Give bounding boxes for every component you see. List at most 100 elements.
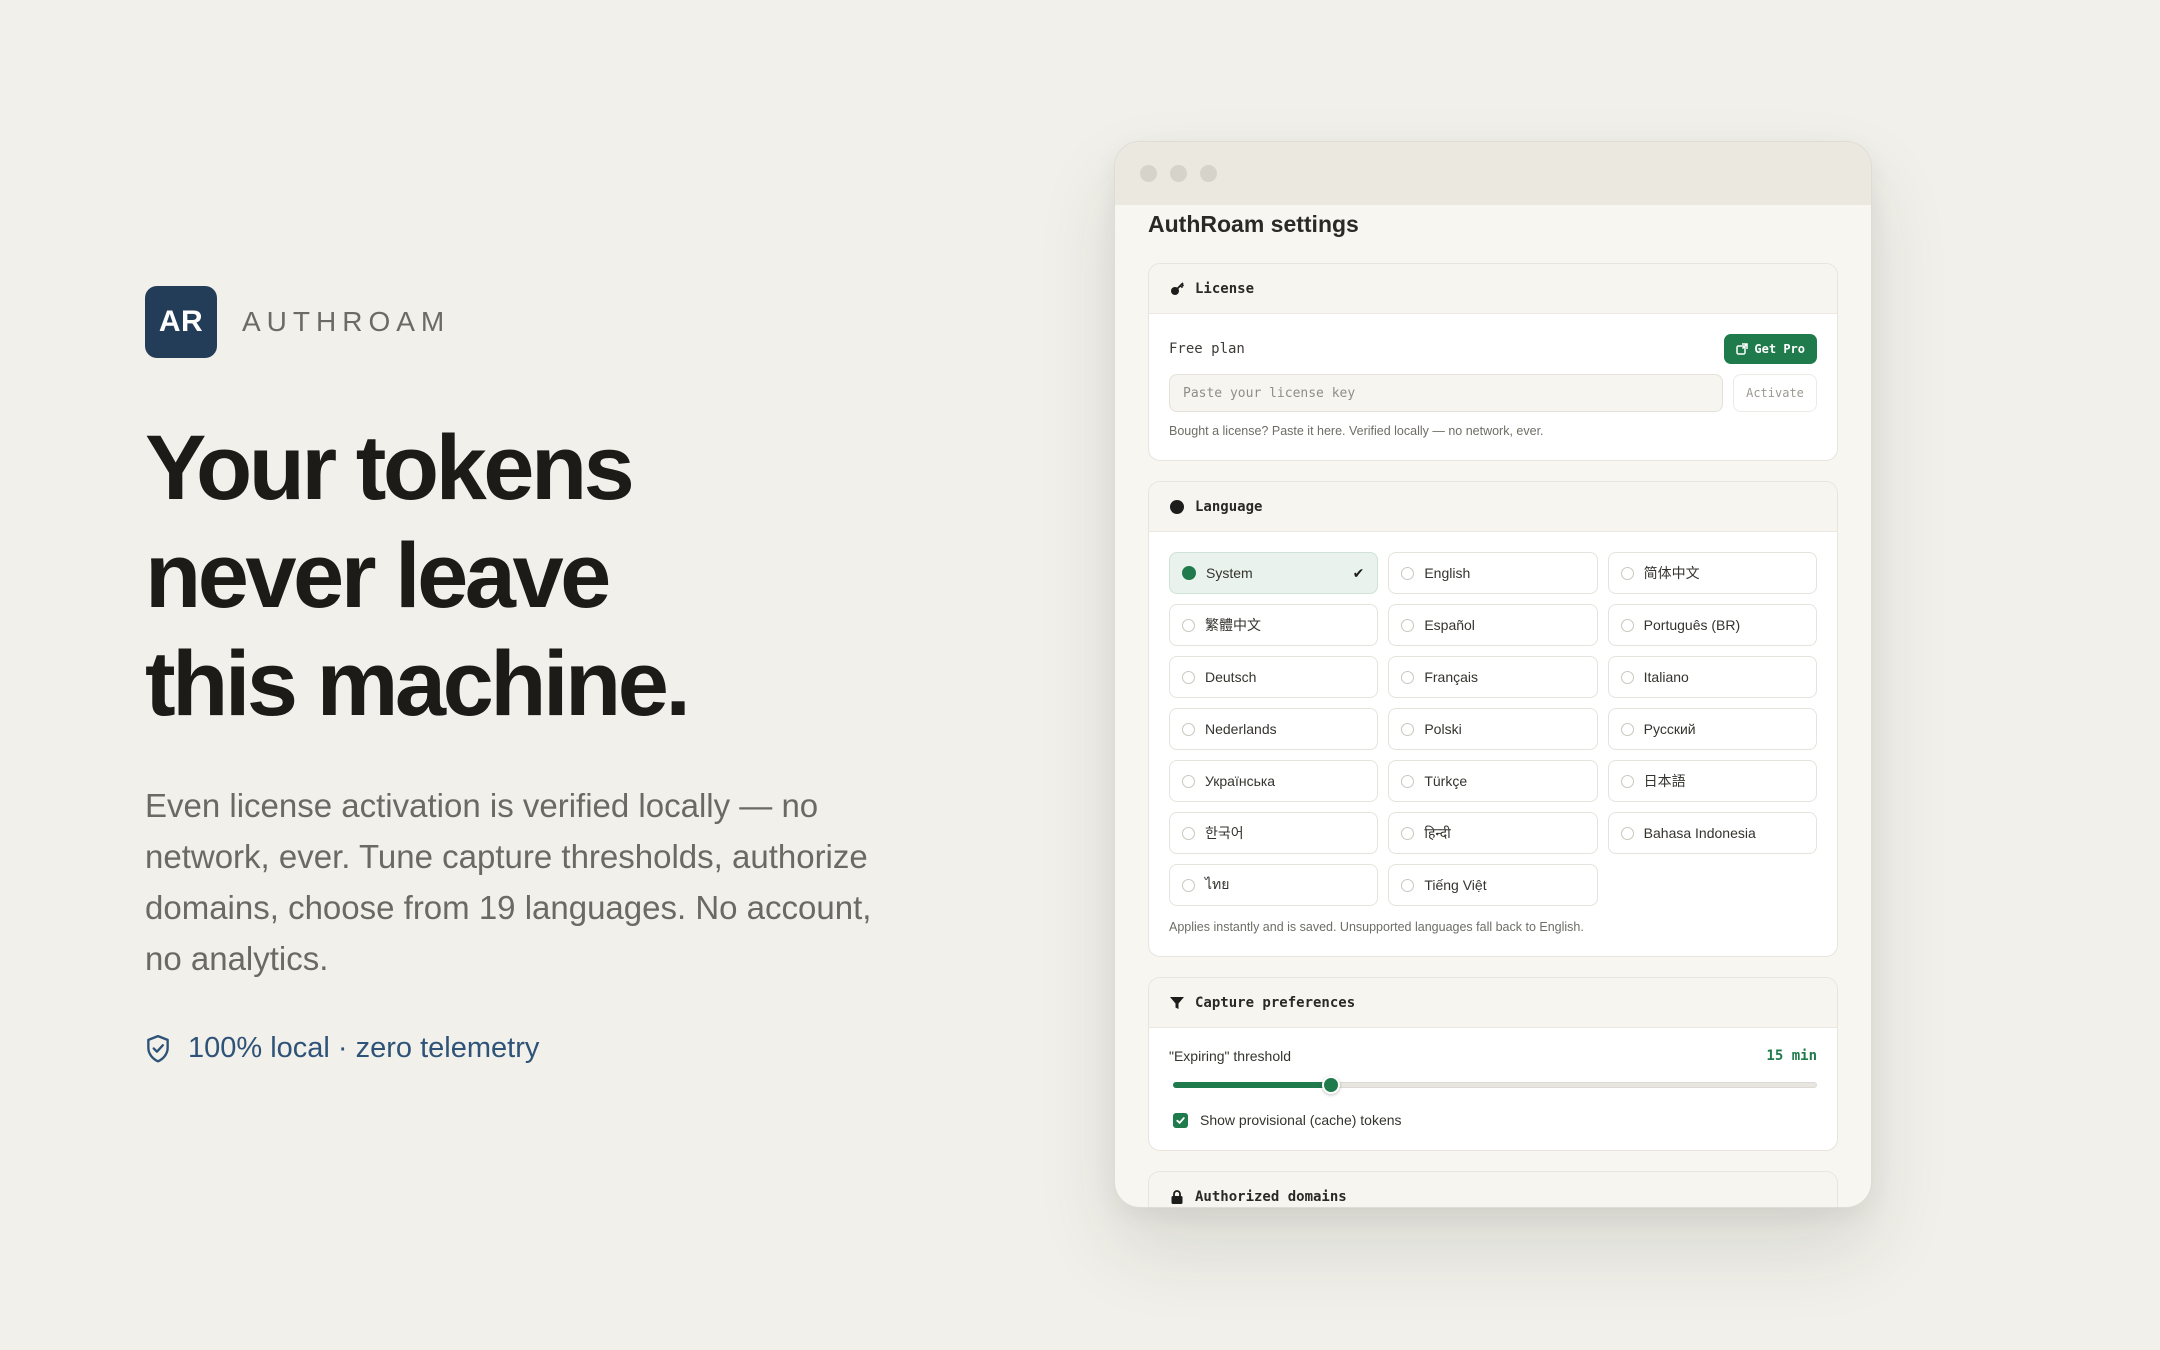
settings-body: AuthRoam settings License Free plan Get … bbox=[1115, 211, 1871, 1207]
language-option[interactable]: 한국어 bbox=[1169, 812, 1379, 854]
brand-logo: AR bbox=[145, 286, 217, 358]
language-option[interactable]: Bahasa Indonesia bbox=[1607, 812, 1817, 854]
activate-button[interactable]: Activate bbox=[1733, 374, 1817, 412]
language-option[interactable]: English bbox=[1388, 552, 1598, 594]
radio-icon bbox=[1620, 722, 1634, 736]
window-close-dot[interactable] bbox=[1140, 165, 1157, 182]
radio-icon bbox=[1401, 774, 1415, 788]
checkmark-icon: ✔ bbox=[1352, 565, 1365, 581]
hero-section: AR AUTHROAM Your tokens never leave this… bbox=[145, 286, 945, 1065]
language-hint: Applies instantly and is saved. Unsuppor… bbox=[1169, 920, 1584, 934]
language-option[interactable]: Türkçe bbox=[1388, 760, 1598, 802]
hero-subtext: Even license activation is verified loca… bbox=[145, 787, 872, 977]
headline-line-3: this machine. bbox=[145, 633, 691, 735]
radio-icon bbox=[1182, 722, 1195, 736]
headline: Your tokens never leave this machine. bbox=[145, 414, 945, 738]
language-option-label: Tiếng Việt bbox=[1424, 877, 1487, 893]
domains-card-header: Authorized domains bbox=[1149, 1172, 1837, 1207]
language-option-label: System bbox=[1206, 565, 1253, 581]
language-option-label: English bbox=[1424, 565, 1471, 581]
license-heading: License bbox=[1195, 280, 1255, 297]
language-option-label: Nederlands bbox=[1205, 721, 1277, 737]
license-key-input[interactable] bbox=[1169, 374, 1723, 412]
show-provisional-checkbox[interactable] bbox=[1173, 1112, 1188, 1128]
language-option[interactable]: ไทย bbox=[1169, 864, 1379, 906]
language-option-label: Português (BR) bbox=[1643, 617, 1741, 633]
language-option-label: 한국어 bbox=[1205, 825, 1244, 841]
language-option[interactable]: Italiano bbox=[1607, 656, 1817, 698]
plan-label: Free plan bbox=[1169, 341, 1245, 357]
radio-icon bbox=[1620, 774, 1634, 788]
slider-thumb[interactable] bbox=[1321, 1076, 1340, 1094]
license-card-body: Free plan Get Pro Activate Bought a lice… bbox=[1149, 314, 1837, 460]
radio-icon bbox=[1182, 670, 1195, 684]
language-heading: Language bbox=[1195, 498, 1263, 515]
radio-icon bbox=[1401, 618, 1415, 632]
radio-icon bbox=[1401, 722, 1415, 736]
headline-line-2: never leave bbox=[145, 525, 611, 627]
get-pro-label: Get Pro bbox=[1754, 342, 1805, 356]
language-option[interactable]: Español bbox=[1388, 604, 1598, 646]
window-minimize-dot[interactable] bbox=[1170, 165, 1187, 182]
language-option[interactable]: 简体中文 bbox=[1607, 552, 1817, 594]
license-card-header: License bbox=[1149, 264, 1837, 314]
language-option[interactable]: Русский bbox=[1607, 708, 1817, 750]
radio-icon bbox=[1401, 670, 1415, 684]
language-option[interactable]: Nederlands bbox=[1169, 708, 1379, 750]
language-option[interactable]: 日本語 bbox=[1607, 760, 1817, 802]
language-card: Language System ✔ English 简体中文繁體中文 Español Po… bbox=[1148, 481, 1838, 957]
capture-heading: Capture preferences bbox=[1195, 994, 1356, 1011]
language-option[interactable]: Українська bbox=[1169, 760, 1379, 802]
language-option-label: ไทย bbox=[1205, 876, 1230, 892]
capture-card-header: Capture preferences bbox=[1149, 978, 1837, 1028]
language-option-label: Українська bbox=[1205, 773, 1276, 789]
language-option[interactable]: हिन्दी bbox=[1388, 812, 1598, 854]
language-option[interactable]: Deutsch bbox=[1169, 656, 1379, 698]
language-option-label: Русский bbox=[1643, 721, 1696, 737]
language-option-label: Deutsch bbox=[1205, 669, 1257, 685]
language-option[interactable]: Polski bbox=[1388, 708, 1598, 750]
brand: AR AUTHROAM bbox=[145, 286, 945, 358]
lock-icon bbox=[1169, 1189, 1185, 1205]
threshold-slider[interactable] bbox=[1169, 1074, 1817, 1094]
window-titlebar[interactable] bbox=[1115, 142, 1871, 205]
domains-card: Authorized domains bbox=[1148, 1171, 1838, 1207]
privacy-badge-text: 100% local · zero telemetry bbox=[188, 1032, 540, 1064]
radio-icon bbox=[1620, 566, 1634, 580]
language-option-label: 简体中文 bbox=[1643, 565, 1700, 581]
radio-icon bbox=[1182, 774, 1195, 788]
language-option-label: 繁體中文 bbox=[1205, 617, 1261, 633]
language-card-header: Language bbox=[1149, 482, 1837, 532]
radio-icon bbox=[1401, 826, 1415, 840]
radio-icon bbox=[1182, 618, 1195, 632]
key-icon bbox=[1169, 281, 1185, 297]
language-option[interactable]: System ✔ bbox=[1169, 552, 1379, 594]
language-option-label: Polski bbox=[1424, 721, 1462, 737]
radio-icon bbox=[1620, 618, 1634, 632]
brand-name: AUTHROAM bbox=[242, 306, 451, 337]
globe-icon bbox=[1169, 499, 1185, 515]
slider-fill bbox=[1173, 1082, 1331, 1088]
checkmark-icon bbox=[1176, 1116, 1185, 1124]
show-provisional-row[interactable]: Show provisional (cache) tokens bbox=[1169, 1112, 1817, 1128]
threshold-value: 15 min bbox=[1766, 1048, 1817, 1064]
language-option[interactable]: 繁體中文 bbox=[1169, 604, 1379, 646]
external-link-icon bbox=[1736, 343, 1749, 355]
privacy-badge: 100% local · zero telemetry bbox=[145, 1032, 945, 1065]
radio-icon bbox=[1620, 826, 1634, 840]
language-option[interactable]: Français bbox=[1388, 656, 1598, 698]
window-zoom-dot[interactable] bbox=[1200, 165, 1217, 182]
language-card-body: System ✔ English 简体中文繁體中文 Español Português (… bbox=[1149, 532, 1837, 956]
language-option[interactable]: Português (BR) bbox=[1607, 604, 1817, 646]
filter-icon bbox=[1169, 995, 1185, 1011]
capture-card: Capture preferences "Expiring" threshold… bbox=[1148, 977, 1838, 1151]
show-provisional-label: Show provisional (cache) tokens bbox=[1200, 1112, 1402, 1128]
language-option-label: 日本語 bbox=[1643, 773, 1686, 789]
get-pro-button[interactable]: Get Pro bbox=[1724, 334, 1817, 364]
language-option-label: Français bbox=[1424, 669, 1479, 685]
language-option[interactable]: Tiếng Việt bbox=[1388, 864, 1598, 906]
radio-icon bbox=[1620, 670, 1634, 684]
language-option-label: Italiano bbox=[1643, 669, 1689, 685]
radio-icon bbox=[1182, 878, 1195, 892]
settings-window: AuthRoam settings License Free plan Get … bbox=[1114, 141, 1872, 1208]
